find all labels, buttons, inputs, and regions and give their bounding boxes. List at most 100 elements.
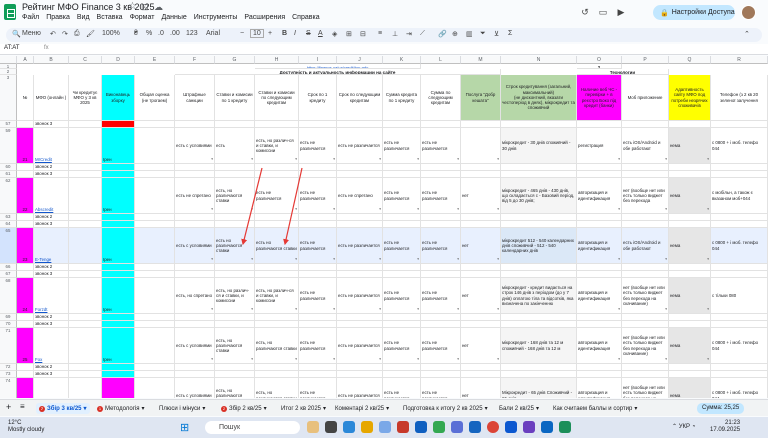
folder-move-icon[interactable]: ⊡ [141,2,149,13]
score-cell-q[interactable]: нема▾ [669,178,711,214]
row-index-cell[interactable] [17,171,34,178]
store-icon[interactable] [379,421,391,433]
score-cell-m[interactable] [461,214,501,221]
dropdown-chevron-icon[interactable]: ▾ [457,307,459,312]
dropdown-chevron-icon[interactable]: ▾ [457,207,459,212]
executor-cell[interactable] [102,214,135,221]
row-index-cell[interactable]: 25 [17,328,34,364]
score-cell-g[interactable] [215,171,255,178]
score-cell-f[interactable] [175,364,215,371]
score-cell-k[interactable] [383,371,421,378]
call-label-cell[interactable]: звонок 3 [34,121,69,128]
sheets-logo-icon[interactable] [4,4,16,20]
score-cell-j[interactable] [337,364,383,371]
score-cell-o[interactable]: авторизация и идентификация▾ [577,178,622,214]
dropdown-chevron-icon[interactable]: ▾ [379,307,381,312]
menu-item[interactable]: Данные [161,14,186,21]
increase-decimal-button[interactable]: .00 [170,30,180,37]
row-index-cell[interactable] [17,371,34,378]
dropdown-chevron-icon[interactable]: ▾ [497,357,499,362]
dropdown-chevron-icon[interactable]: ▾ [211,357,213,362]
score-cell-g[interactable]: есть ▾ [215,128,255,164]
score-cell-j[interactable]: есть не спретано ▾ [337,178,383,214]
score-cell-m[interactable] [461,321,501,328]
score-cell-m[interactable]: нет▾ [461,178,501,214]
link-icon[interactable]: 🔗 [438,30,447,38]
score-cell-r[interactable]: с 0800 + і моб. телефо 044 [711,128,768,164]
total-score-cell[interactable] [135,178,175,214]
score-cell-o[interactable] [577,264,622,271]
score-cell-k[interactable] [383,271,421,278]
score-cell-i[interactable]: есть не различается▾ [299,128,337,164]
row-number[interactable]: 74 [0,378,17,398]
executor-cell[interactable]: Ірен [102,128,135,164]
score-cell-l[interactable] [421,221,461,228]
dropdown-chevron-icon[interactable]: ▾ [295,307,297,312]
score-cell-m[interactable] [461,164,501,171]
call-label-cell[interactable]: звонок 3 [34,221,69,228]
score-cell-r[interactable]: с 0800 + і моб. телефо 044 [711,378,768,398]
score-cell-k[interactable] [383,164,421,171]
call-label-cell[interactable]: звонок 3 [34,171,69,178]
score-cell-m[interactable] [461,171,501,178]
bold-button[interactable]: B [282,30,287,37]
score-cell-h[interactable]: есть не различается ▾ [255,178,299,214]
score-cell-i[interactable] [299,364,337,371]
score-cell-q[interactable]: нема▾ [669,378,711,398]
total-score-cell[interactable] [135,278,175,314]
row-index-cell[interactable] [17,264,34,271]
name-box[interactable]: AT:AT [4,45,19,51]
score-cell-l[interactable]: есть не различается▾ [421,178,461,214]
credits-cell[interactable] [69,278,102,314]
text-wrap-icon[interactable]: ⇥ [406,30,412,38]
score-cell-f[interactable]: есть с условиями▾ [175,328,215,364]
menu-item[interactable]: Правка [46,14,70,21]
percent-format-button[interactable]: % [146,30,152,37]
score-cell-k[interactable] [383,171,421,178]
call-label-cell[interactable]: звонок 3 [34,321,69,328]
score-cell-k[interactable] [383,221,421,228]
total-score-cell[interactable] [135,371,175,378]
score-cell-r[interactable]: с 0800 + і моб. телефо 044 [711,328,768,364]
column-header[interactable]: L [421,56,461,64]
score-cell-k[interactable] [383,314,421,321]
sheet-tab-menu-icon[interactable]: ▾ [485,405,488,412]
score-cell-o[interactable]: авторизация и идентификация▾ [577,328,622,364]
score-cell-q[interactable] [669,121,711,128]
score-cell-m[interactable] [461,221,501,228]
sheet-tab-menu-icon[interactable]: ▾ [323,405,326,412]
score-cell-o[interactable] [577,321,622,328]
row-number[interactable]: 66 [0,264,17,271]
dropdown-chevron-icon[interactable]: ▾ [497,257,499,262]
total-score-cell[interactable] [135,171,175,178]
dropdown-chevron-icon[interactable]: ▾ [251,157,253,162]
score-cell-j[interactable] [337,321,383,328]
score-cell-g[interactable]: есть но различаются ставки ▾ [215,228,255,264]
score-cell-n[interactable] [501,271,577,278]
score-cell-q[interactable] [669,314,711,321]
row-index-cell[interactable] [17,121,34,128]
dropdown-chevron-icon[interactable]: ▾ [417,357,419,362]
score-cell-h[interactable]: есть, но различ-ся и ставки, и комиссии ▾ [255,128,299,164]
column-header[interactable]: M [461,56,501,64]
score-cell-l[interactable] [421,214,461,221]
dropdown-chevron-icon[interactable]: ▾ [379,157,381,162]
strikethrough-button[interactable]: S [306,30,311,37]
column-header[interactable]: B [34,56,69,64]
call-label-cell[interactable]: звонок 2 [34,264,69,271]
taskview-app-icon[interactable] [307,421,319,433]
sheet-tab-menu-icon[interactable]: ▾ [84,405,87,412]
edge-icon[interactable] [343,421,355,433]
score-cell-l[interactable]: есть не различается▾ [421,328,461,364]
score-cell-l[interactable] [421,314,461,321]
dropdown-chevron-icon[interactable]: ▾ [211,257,213,262]
dropdown-chevron-icon[interactable]: ▾ [251,257,253,262]
credits-cell[interactable] [69,128,102,164]
score-cell-l[interactable]: есть не различается▾ [421,228,461,264]
score-cell-g[interactable] [215,164,255,171]
executor-cell[interactable] [102,364,135,371]
excel-icon[interactable] [559,421,571,433]
menu-item[interactable]: Расширения [244,14,285,21]
dropdown-chevron-icon[interactable]: ▾ [379,207,381,212]
score-cell-g[interactable]: есть, но различаются ставки▾ [215,378,255,398]
